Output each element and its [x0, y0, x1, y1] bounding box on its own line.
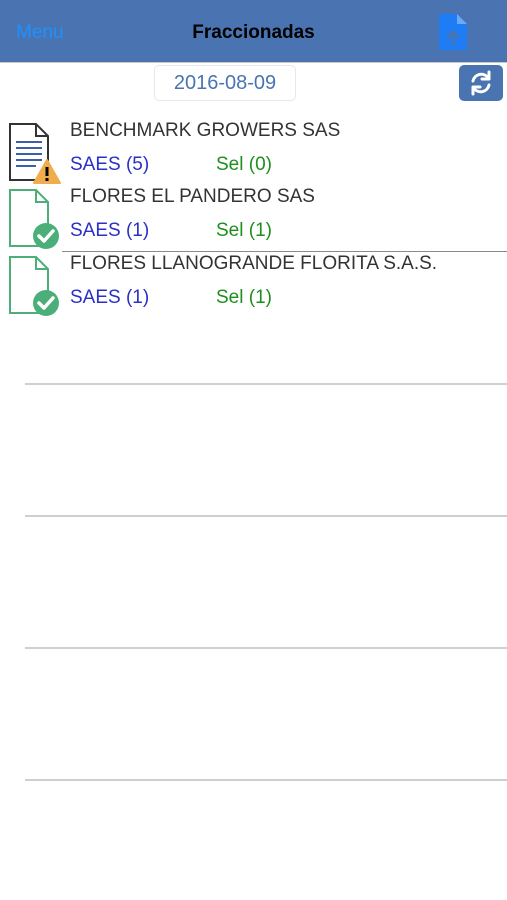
- navbar: Menu Fraccionadas: [0, 0, 507, 62]
- refresh-icon: [471, 70, 491, 96]
- document-check-icon: [8, 188, 64, 250]
- page-title: Fraccionadas: [192, 22, 315, 43]
- empty-row-divider: [25, 515, 507, 517]
- empty-row-divider: [25, 383, 507, 385]
- empty-row-divider: [25, 779, 507, 781]
- row-sel-count: Sel (1): [216, 220, 272, 241]
- date-picker[interactable]: 2016-08-09: [154, 65, 296, 101]
- row-saes-count: SAES (1): [70, 287, 150, 308]
- row-company-name: FLORES EL PANDERO SAS: [70, 186, 315, 207]
- row-company-name: FLORES LLANOGRANDE FLORITA S.A.S.: [70, 253, 438, 274]
- refresh-button[interactable]: [459, 65, 503, 101]
- row-saes-count: SAES (1): [70, 220, 150, 241]
- row-sel-count: Sel (1): [216, 287, 272, 308]
- row-saes-count: SAES (5): [70, 154, 150, 175]
- document-add-icon[interactable]: [437, 12, 469, 52]
- row-sel-count: Sel (0): [216, 154, 272, 175]
- list-item[interactable]: FLORES LLANOGRANDE FLORITA S.A.S. SAES (…: [0, 251, 507, 317]
- document-check-icon: [8, 255, 64, 317]
- row-company-name: BENCHMARK GROWERS SAS: [70, 120, 341, 141]
- navbar-divider: [0, 62, 507, 63]
- list-item[interactable]: BENCHMARK GROWERS SAS SAES (5) Sel (0): [0, 118, 507, 184]
- list-item[interactable]: FLORES EL PANDERO SAS SAES (1) Sel (1): [0, 184, 507, 250]
- empty-row-divider: [25, 647, 507, 649]
- document-warning-icon: [8, 122, 64, 184]
